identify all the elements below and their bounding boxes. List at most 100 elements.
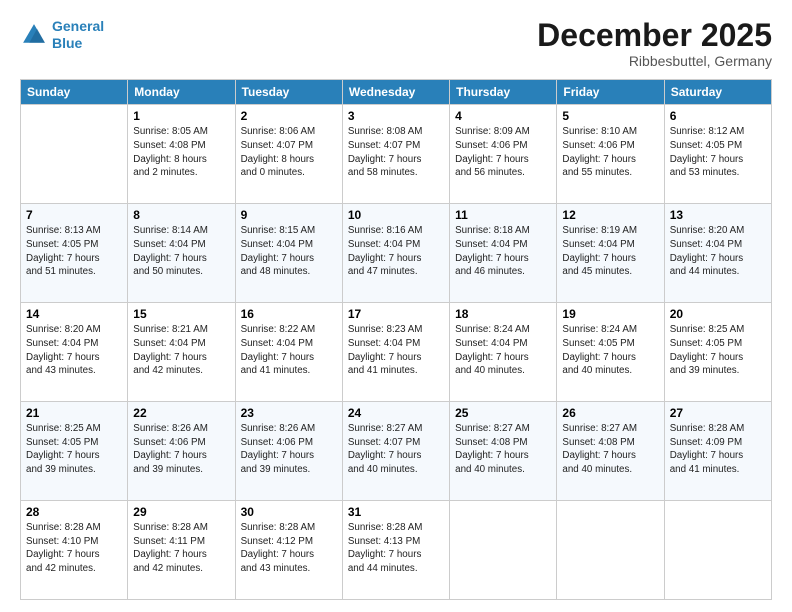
day-info: Sunrise: 8:28 AMSunset: 4:12 PMDaylight:… (241, 521, 337, 576)
day-number: 8 (133, 208, 229, 222)
day-number: 20 (670, 307, 766, 321)
day-info: Sunrise: 8:28 AMSunset: 4:13 PMDaylight:… (348, 521, 444, 576)
day-info: Sunrise: 8:16 AMSunset: 4:04 PMDaylight:… (348, 224, 444, 279)
calendar-cell (450, 501, 557, 600)
weekday-monday: Monday (128, 80, 235, 105)
day-info: Sunrise: 8:18 AMSunset: 4:04 PMDaylight:… (455, 224, 551, 279)
calendar-week-0: 1Sunrise: 8:05 AMSunset: 4:08 PMDaylight… (21, 105, 772, 204)
day-info: Sunrise: 8:28 AMSunset: 4:09 PMDaylight:… (670, 422, 766, 477)
day-info: Sunrise: 8:26 AMSunset: 4:06 PMDaylight:… (133, 422, 229, 477)
calendar-cell: 5 Sunrise: 8:10 AMSunset: 4:06 PMDaylight… (557, 105, 664, 204)
day-info: Sunrise: 8:20 AMSunset: 4:04 PMDaylight:… (670, 224, 766, 279)
logo: General Blue (20, 18, 104, 52)
day-number: 3 (348, 109, 444, 123)
location: Ribbesbuttel, Germany (537, 53, 772, 69)
day-info: Sunrise: 8:23 AMSunset: 4:04 PMDaylight:… (348, 323, 444, 378)
calendar-cell: 7 Sunrise: 8:13 AMSunset: 4:05 PMDaylight… (21, 204, 128, 303)
day-number: 9 (241, 208, 337, 222)
weekday-header-row: SundayMondayTuesdayWednesdayThursdayFrid… (21, 80, 772, 105)
day-number: 23 (241, 406, 337, 420)
header: General Blue December 2025 Ribbesbuttel,… (20, 18, 772, 69)
day-number: 15 (133, 307, 229, 321)
calendar-cell: 29 Sunrise: 8:28 AMSunset: 4:11 PMDayligh… (128, 501, 235, 600)
weekday-friday: Friday (557, 80, 664, 105)
calendar-cell: 23 Sunrise: 8:26 AMSunset: 4:06 PMDayligh… (235, 402, 342, 501)
day-info: Sunrise: 8:26 AMSunset: 4:06 PMDaylight:… (241, 422, 337, 477)
calendar-table: SundayMondayTuesdayWednesdayThursdayFrid… (20, 79, 772, 600)
month-title: December 2025 (537, 18, 772, 53)
day-info: Sunrise: 8:27 AMSunset: 4:08 PMDaylight:… (455, 422, 551, 477)
day-info: Sunrise: 8:19 AMSunset: 4:04 PMDaylight:… (562, 224, 658, 279)
calendar-cell: 19 Sunrise: 8:24 AMSunset: 4:05 PMDayligh… (557, 303, 664, 402)
day-info: Sunrise: 8:28 AMSunset: 4:11 PMDaylight:… (133, 521, 229, 576)
calendar-cell: 22 Sunrise: 8:26 AMSunset: 4:06 PMDayligh… (128, 402, 235, 501)
day-number: 6 (670, 109, 766, 123)
day-info: Sunrise: 8:12 AMSunset: 4:05 PMDaylight:… (670, 125, 766, 180)
weekday-sunday: Sunday (21, 80, 128, 105)
day-info: Sunrise: 8:28 AMSunset: 4:10 PMDaylight:… (26, 521, 122, 576)
day-number: 17 (348, 307, 444, 321)
day-info: Sunrise: 8:27 AMSunset: 4:08 PMDaylight:… (562, 422, 658, 477)
calendar-cell: 17 Sunrise: 8:23 AMSunset: 4:04 PMDayligh… (342, 303, 449, 402)
calendar-cell: 16 Sunrise: 8:22 AMSunset: 4:04 PMDayligh… (235, 303, 342, 402)
day-info: Sunrise: 8:22 AMSunset: 4:04 PMDaylight:… (241, 323, 337, 378)
day-info: Sunrise: 8:06 AMSunset: 4:07 PMDaylight:… (241, 125, 337, 180)
day-info: Sunrise: 8:21 AMSunset: 4:04 PMDaylight:… (133, 323, 229, 378)
day-number: 25 (455, 406, 551, 420)
calendar-cell: 25 Sunrise: 8:27 AMSunset: 4:08 PMDayligh… (450, 402, 557, 501)
day-info: Sunrise: 8:14 AMSunset: 4:04 PMDaylight:… (133, 224, 229, 279)
calendar-cell: 24Sunrise: 8:27 AMSunset: 4:07 PMDayligh… (342, 402, 449, 501)
day-number: 16 (241, 307, 337, 321)
calendar-week-3: 21 Sunrise: 8:25 AMSunset: 4:05 PMDayligh… (21, 402, 772, 501)
calendar-cell: 28 Sunrise: 8:28 AMSunset: 4:10 PMDayligh… (21, 501, 128, 600)
day-number: 22 (133, 406, 229, 420)
calendar-cell: 14Sunrise: 8:20 AMSunset: 4:04 PMDayligh… (21, 303, 128, 402)
day-number: 5 (562, 109, 658, 123)
calendar-cell: 10 Sunrise: 8:16 AMSunset: 4:04 PMDayligh… (342, 204, 449, 303)
weekday-saturday: Saturday (664, 80, 771, 105)
day-number: 29 (133, 505, 229, 519)
calendar-cell: 31Sunrise: 8:28 AMSunset: 4:13 PMDayligh… (342, 501, 449, 600)
day-info: Sunrise: 8:20 AMSunset: 4:04 PMDaylight:… (26, 323, 122, 378)
calendar-cell: 9 Sunrise: 8:15 AMSunset: 4:04 PMDaylight… (235, 204, 342, 303)
day-info: Sunrise: 8:10 AMSunset: 4:06 PMDaylight:… (562, 125, 658, 180)
calendar-cell (664, 501, 771, 600)
calendar-cell: 21 Sunrise: 8:25 AMSunset: 4:05 PMDayligh… (21, 402, 128, 501)
logo-icon (20, 21, 48, 49)
day-number: 1 (133, 109, 229, 123)
day-info: Sunrise: 8:15 AMSunset: 4:04 PMDaylight:… (241, 224, 337, 279)
logo-general: General (52, 18, 104, 34)
day-number: 2 (241, 109, 337, 123)
day-info: Sunrise: 8:24 AMSunset: 4:05 PMDaylight:… (562, 323, 658, 378)
day-number: 30 (241, 505, 337, 519)
day-info: Sunrise: 8:13 AMSunset: 4:05 PMDaylight:… (26, 224, 122, 279)
calendar-body: 1Sunrise: 8:05 AMSunset: 4:08 PMDaylight… (21, 105, 772, 600)
calendar-cell: 8 Sunrise: 8:14 AMSunset: 4:04 PMDaylight… (128, 204, 235, 303)
day-number: 19 (562, 307, 658, 321)
day-number: 7 (26, 208, 122, 222)
title-block: December 2025 Ribbesbuttel, Germany (537, 18, 772, 69)
calendar-week-4: 28 Sunrise: 8:28 AMSunset: 4:10 PMDayligh… (21, 501, 772, 600)
calendar-cell: 1Sunrise: 8:05 AMSunset: 4:08 PMDaylight… (128, 105, 235, 204)
day-info: Sunrise: 8:27 AMSunset: 4:07 PMDaylight:… (348, 422, 444, 477)
day-info: Sunrise: 8:25 AMSunset: 4:05 PMDaylight:… (26, 422, 122, 477)
calendar-cell: 13 Sunrise: 8:20 AMSunset: 4:04 PMDayligh… (664, 204, 771, 303)
day-info: Sunrise: 8:09 AMSunset: 4:06 PMDaylight:… (455, 125, 551, 180)
day-number: 27 (670, 406, 766, 420)
calendar-cell: 26Sunrise: 8:27 AMSunset: 4:08 PMDayligh… (557, 402, 664, 501)
day-number: 18 (455, 307, 551, 321)
day-info: Sunrise: 8:24 AMSunset: 4:04 PMDaylight:… (455, 323, 551, 378)
logo-text: General Blue (52, 18, 104, 52)
calendar-cell: 12Sunrise: 8:19 AMSunset: 4:04 PMDayligh… (557, 204, 664, 303)
calendar-cell: 18 Sunrise: 8:24 AMSunset: 4:04 PMDayligh… (450, 303, 557, 402)
calendar-cell: 2 Sunrise: 8:06 AMSunset: 4:07 PMDaylight… (235, 105, 342, 204)
day-number: 21 (26, 406, 122, 420)
calendar-week-1: 7 Sunrise: 8:13 AMSunset: 4:05 PMDaylight… (21, 204, 772, 303)
page: General Blue December 2025 Ribbesbuttel,… (0, 0, 792, 612)
calendar-cell: 15 Sunrise: 8:21 AMSunset: 4:04 PMDayligh… (128, 303, 235, 402)
day-number: 28 (26, 505, 122, 519)
weekday-tuesday: Tuesday (235, 80, 342, 105)
day-number: 13 (670, 208, 766, 222)
weekday-thursday: Thursday (450, 80, 557, 105)
day-number: 10 (348, 208, 444, 222)
